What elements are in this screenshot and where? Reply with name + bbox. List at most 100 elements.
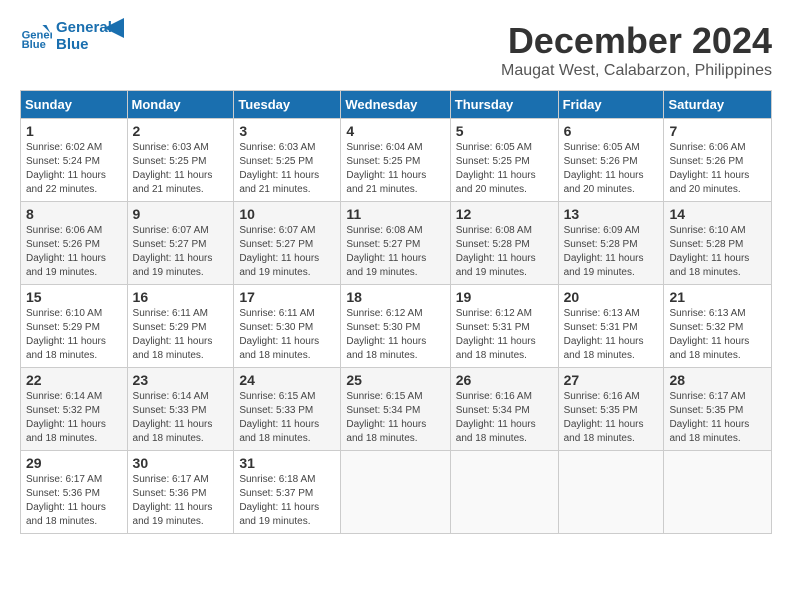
logo-arrow-icon [104,18,124,38]
calendar-cell: 28 Sunrise: 6:17 AMSunset: 5:35 PMDaylig… [664,368,772,451]
day-number: 11 [346,206,444,222]
calendar-header-row: SundayMondayTuesdayWednesdayThursdayFrid… [21,91,772,119]
calendar-cell: 18 Sunrise: 6:12 AMSunset: 5:30 PMDaylig… [341,285,450,368]
day-number: 4 [346,123,444,139]
day-number: 6 [564,123,659,139]
calendar-cell: 10 Sunrise: 6:07 AMSunset: 5:27 PMDaylig… [234,202,341,285]
day-info: Sunrise: 6:17 AMSunset: 5:35 PMDaylight:… [669,390,766,446]
logo-blue: Blue [56,37,112,54]
day-info: Sunrise: 6:17 AMSunset: 5:36 PMDaylight:… [133,473,229,529]
day-info: Sunrise: 6:13 AMSunset: 5:31 PMDaylight:… [564,307,659,363]
column-header-tuesday: Tuesday [234,91,341,119]
calendar-cell: 3 Sunrise: 6:03 AMSunset: 5:25 PMDayligh… [234,119,341,202]
day-number: 2 [133,123,229,139]
day-info: Sunrise: 6:09 AMSunset: 5:28 PMDaylight:… [564,224,659,280]
day-info: Sunrise: 6:17 AMSunset: 5:36 PMDaylight:… [26,473,122,529]
day-info: Sunrise: 6:16 AMSunset: 5:35 PMDaylight:… [564,390,659,446]
day-info: Sunrise: 6:10 AMSunset: 5:29 PMDaylight:… [26,307,122,363]
day-info: Sunrise: 6:16 AMSunset: 5:34 PMDaylight:… [456,390,553,446]
page-header: General Blue General Blue December 2024 … [20,20,772,80]
day-info: Sunrise: 6:11 AMSunset: 5:30 PMDaylight:… [239,307,335,363]
day-number: 23 [133,372,229,388]
calendar-cell: 11 Sunrise: 6:08 AMSunset: 5:27 PMDaylig… [341,202,450,285]
column-header-monday: Monday [127,91,234,119]
calendar-cell: 31 Sunrise: 6:18 AMSunset: 5:37 PMDaylig… [234,451,341,534]
day-number: 16 [133,289,229,305]
day-number: 10 [239,206,335,222]
calendar-cell: 12 Sunrise: 6:08 AMSunset: 5:28 PMDaylig… [450,202,558,285]
calendar-cell: 15 Sunrise: 6:10 AMSunset: 5:29 PMDaylig… [21,285,128,368]
day-number: 30 [133,455,229,471]
calendar-cell: 26 Sunrise: 6:16 AMSunset: 5:34 PMDaylig… [450,368,558,451]
day-number: 24 [239,372,335,388]
column-header-friday: Friday [558,91,664,119]
week-row-4: 22 Sunrise: 6:14 AMSunset: 5:32 PMDaylig… [21,368,772,451]
day-number: 21 [669,289,766,305]
day-info: Sunrise: 6:18 AMSunset: 5:37 PMDaylight:… [239,473,335,529]
day-number: 1 [26,123,122,139]
day-info: Sunrise: 6:11 AMSunset: 5:29 PMDaylight:… [133,307,229,363]
day-number: 14 [669,206,766,222]
day-number: 18 [346,289,444,305]
day-info: Sunrise: 6:14 AMSunset: 5:33 PMDaylight:… [133,390,229,446]
day-info: Sunrise: 6:12 AMSunset: 5:30 PMDaylight:… [346,307,444,363]
day-number: 17 [239,289,335,305]
day-number: 15 [26,289,122,305]
calendar-cell: 23 Sunrise: 6:14 AMSunset: 5:33 PMDaylig… [127,368,234,451]
day-number: 27 [564,372,659,388]
calendar-cell: 19 Sunrise: 6:12 AMSunset: 5:31 PMDaylig… [450,285,558,368]
calendar-cell: 27 Sunrise: 6:16 AMSunset: 5:35 PMDaylig… [558,368,664,451]
day-number: 19 [456,289,553,305]
day-info: Sunrise: 6:08 AMSunset: 5:28 PMDaylight:… [456,224,553,280]
day-info: Sunrise: 6:04 AMSunset: 5:25 PMDaylight:… [346,141,444,197]
day-info: Sunrise: 6:13 AMSunset: 5:32 PMDaylight:… [669,307,766,363]
day-number: 29 [26,455,122,471]
logo: General Blue General Blue [20,20,124,53]
day-number: 7 [669,123,766,139]
calendar-cell: 13 Sunrise: 6:09 AMSunset: 5:28 PMDaylig… [558,202,664,285]
day-number: 28 [669,372,766,388]
week-row-3: 15 Sunrise: 6:10 AMSunset: 5:29 PMDaylig… [21,285,772,368]
day-info: Sunrise: 6:08 AMSunset: 5:27 PMDaylight:… [346,224,444,280]
day-info: Sunrise: 6:12 AMSunset: 5:31 PMDaylight:… [456,307,553,363]
day-info: Sunrise: 6:05 AMSunset: 5:25 PMDaylight:… [456,141,553,197]
logo-icon: General Blue [20,21,52,53]
day-info: Sunrise: 6:15 AMSunset: 5:33 PMDaylight:… [239,390,335,446]
day-number: 13 [564,206,659,222]
day-number: 3 [239,123,335,139]
day-info: Sunrise: 6:07 AMSunset: 5:27 PMDaylight:… [239,224,335,280]
day-number: 26 [456,372,553,388]
calendar-cell: 17 Sunrise: 6:11 AMSunset: 5:30 PMDaylig… [234,285,341,368]
calendar-cell: 14 Sunrise: 6:10 AMSunset: 5:28 PMDaylig… [664,202,772,285]
title-section: December 2024 Maugat West, Calabarzon, P… [501,20,772,80]
day-info: Sunrise: 6:02 AMSunset: 5:24 PMDaylight:… [26,141,122,197]
calendar-cell: 16 Sunrise: 6:11 AMSunset: 5:29 PMDaylig… [127,285,234,368]
day-info: Sunrise: 6:07 AMSunset: 5:27 PMDaylight:… [133,224,229,280]
calendar-cell [664,451,772,534]
week-row-2: 8 Sunrise: 6:06 AMSunset: 5:26 PMDayligh… [21,202,772,285]
day-info: Sunrise: 6:03 AMSunset: 5:25 PMDaylight:… [239,141,335,197]
day-info: Sunrise: 6:05 AMSunset: 5:26 PMDaylight:… [564,141,659,197]
svg-text:Blue: Blue [22,39,46,51]
day-info: Sunrise: 6:15 AMSunset: 5:34 PMDaylight:… [346,390,444,446]
location-title: Maugat West, Calabarzon, Philippines [501,62,772,80]
calendar-cell: 24 Sunrise: 6:15 AMSunset: 5:33 PMDaylig… [234,368,341,451]
calendar-cell: 8 Sunrise: 6:06 AMSunset: 5:26 PMDayligh… [21,202,128,285]
calendar-cell [341,451,450,534]
day-number: 5 [456,123,553,139]
day-info: Sunrise: 6:10 AMSunset: 5:28 PMDaylight:… [669,224,766,280]
day-info: Sunrise: 6:03 AMSunset: 5:25 PMDaylight:… [133,141,229,197]
column-header-sunday: Sunday [21,91,128,119]
day-info: Sunrise: 6:06 AMSunset: 5:26 PMDaylight:… [26,224,122,280]
calendar-cell: 1 Sunrise: 6:02 AMSunset: 5:24 PMDayligh… [21,119,128,202]
day-number: 9 [133,206,229,222]
calendar-cell: 21 Sunrise: 6:13 AMSunset: 5:32 PMDaylig… [664,285,772,368]
month-title: December 2024 [501,20,772,62]
calendar-cell: 7 Sunrise: 6:06 AMSunset: 5:26 PMDayligh… [664,119,772,202]
column-header-thursday: Thursday [450,91,558,119]
calendar-cell: 6 Sunrise: 6:05 AMSunset: 5:26 PMDayligh… [558,119,664,202]
day-number: 31 [239,455,335,471]
day-number: 8 [26,206,122,222]
day-info: Sunrise: 6:06 AMSunset: 5:26 PMDaylight:… [669,141,766,197]
calendar-cell: 29 Sunrise: 6:17 AMSunset: 5:36 PMDaylig… [21,451,128,534]
